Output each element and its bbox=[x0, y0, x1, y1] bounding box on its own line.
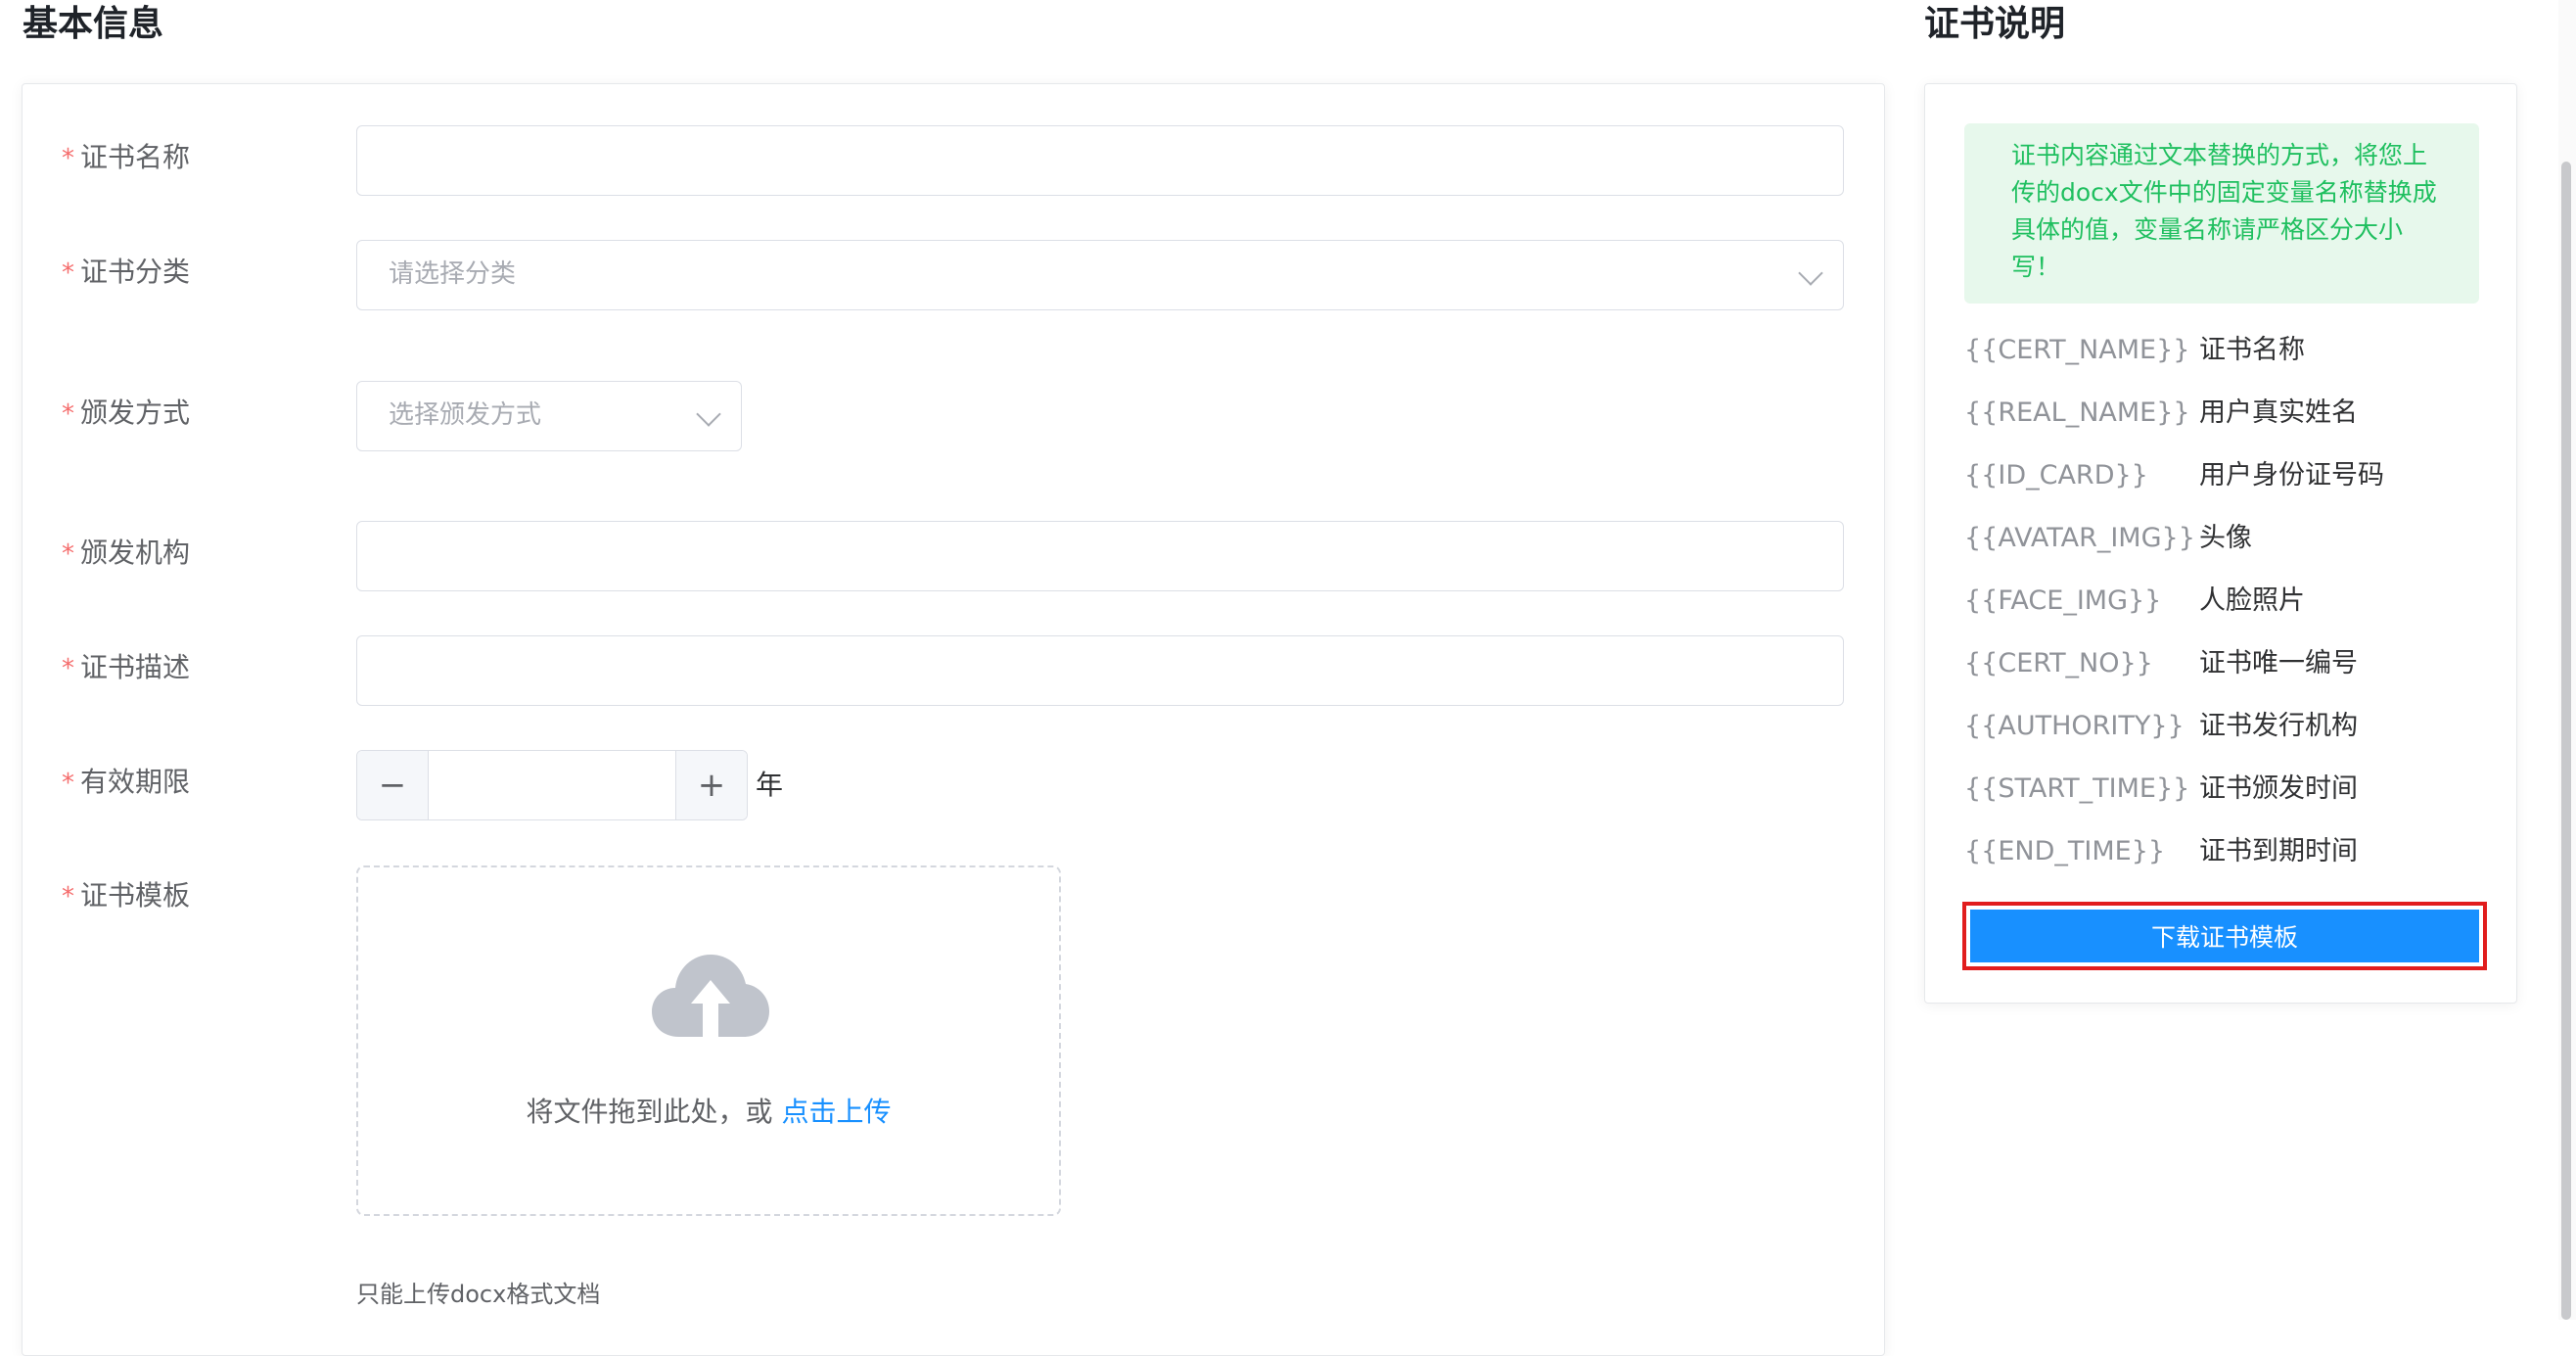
required-mark: * bbox=[62, 399, 74, 429]
variable-key: {{END_TIME}} bbox=[1964, 836, 2166, 866]
variable-desc: 证书名称 bbox=[2199, 335, 2305, 365]
upload-instructions: 将文件拖到此处，或 点击上传 bbox=[526, 1096, 892, 1128]
decrement-button[interactable]: − bbox=[357, 751, 429, 819]
validity-input[interactable] bbox=[429, 751, 675, 819]
variable-desc: 证书到期时间 bbox=[2199, 836, 2358, 866]
issuing-org-input[interactable] bbox=[357, 522, 1843, 590]
variable-key: {{ID_CARD}} bbox=[1964, 460, 2148, 491]
increment-button[interactable]: + bbox=[675, 751, 747, 819]
cert-info-card: 证书内容通过文本替换的方式，将您上传的docx文件中的固定变量名称替换成具体的值… bbox=[1924, 83, 2517, 1004]
issue-method-label: * 颁发方式 bbox=[62, 397, 191, 429]
cert-name-input[interactable] bbox=[357, 126, 1843, 195]
chevron-down-icon bbox=[696, 401, 721, 427]
template-label: * 证书模板 bbox=[62, 879, 191, 912]
issue-method-placeholder: 选择颁发方式 bbox=[389, 400, 542, 430]
cert-name-label: * 证书名称 bbox=[62, 141, 191, 173]
basic-info-form: * 证书名称 * 证书分类 请选择分类 * 颁发方式 选择颁发方式 * 颁发机构 * 证书… bbox=[22, 83, 1885, 1356]
required-mark: * bbox=[62, 539, 74, 569]
variable-desc: 证书颁发时间 bbox=[2199, 773, 2358, 804]
variable-desc: 证书发行机构 bbox=[2199, 711, 2358, 741]
click-upload-link[interactable]: 点击上传 bbox=[781, 1096, 891, 1128]
validity-label: * 有效期限 bbox=[62, 766, 191, 798]
download-template-button[interactable]: 下载证书模板 bbox=[1970, 910, 2479, 962]
issuing-org-label: * 颁发机构 bbox=[62, 537, 191, 569]
basic-info-title: 基本信息 bbox=[23, 4, 164, 44]
required-mark: * bbox=[62, 144, 74, 173]
variable-desc: 人脸照片 bbox=[2199, 585, 2305, 616]
required-mark: * bbox=[62, 654, 74, 683]
cert-name-field[interactable] bbox=[356, 125, 1844, 196]
variable-key: {{START_TIME}} bbox=[1964, 773, 2190, 804]
variable-key: {{AUTHORITY}} bbox=[1964, 711, 2185, 741]
variable-key: {{FACE_IMG}} bbox=[1964, 585, 2162, 616]
variable-key: {{AVATAR_IMG}} bbox=[1964, 523, 2195, 553]
chevron-down-icon bbox=[1798, 260, 1823, 286]
required-mark: * bbox=[62, 882, 74, 912]
validity-stepper[interactable]: − + bbox=[356, 750, 748, 820]
variable-desc: 用户身份证号码 bbox=[2199, 460, 2384, 491]
notice-box: 证书内容通过文本替换的方式，将您上传的docx文件中的固定变量名称替换成具体的值… bbox=[1964, 123, 2479, 304]
scrollbar-thumb[interactable] bbox=[2561, 162, 2571, 1320]
cert-category-label: * 证书分类 bbox=[62, 256, 191, 288]
upload-dropzone[interactable]: 将文件拖到此处，或 点击上传 bbox=[356, 865, 1061, 1216]
validity-unit: 年 bbox=[756, 769, 784, 801]
variable-desc: 头像 bbox=[2199, 523, 2252, 553]
download-highlight: 下载证书模板 bbox=[1962, 902, 2487, 970]
cert-category-placeholder: 请选择分类 bbox=[389, 259, 517, 289]
upload-tip: 只能上传docx格式文档 bbox=[356, 1281, 601, 1308]
cert-desc-field[interactable] bbox=[356, 635, 1844, 706]
variable-key: {{CERT_NO}} bbox=[1964, 648, 2153, 678]
cert-info-title: 证书说明 bbox=[1924, 4, 2066, 44]
required-mark: * bbox=[62, 769, 74, 798]
cert-category-select[interactable]: 请选择分类 bbox=[356, 240, 1844, 310]
issue-method-select[interactable]: 选择颁发方式 bbox=[356, 381, 742, 451]
issuing-org-field[interactable] bbox=[356, 521, 1844, 591]
required-mark: * bbox=[62, 258, 74, 288]
validity-input-wrap[interactable] bbox=[429, 751, 675, 819]
variable-desc: 用户真实姓名 bbox=[2199, 397, 2358, 428]
cloud-upload-icon bbox=[652, 955, 769, 1041]
variable-key: {{CERT_NAME}} bbox=[1964, 335, 2190, 365]
variable-desc: 证书唯一编号 bbox=[2199, 648, 2358, 678]
cert-desc-label: * 证书描述 bbox=[62, 651, 191, 683]
variable-key: {{REAL_NAME}} bbox=[1964, 397, 2190, 428]
cert-desc-input[interactable] bbox=[357, 636, 1843, 705]
